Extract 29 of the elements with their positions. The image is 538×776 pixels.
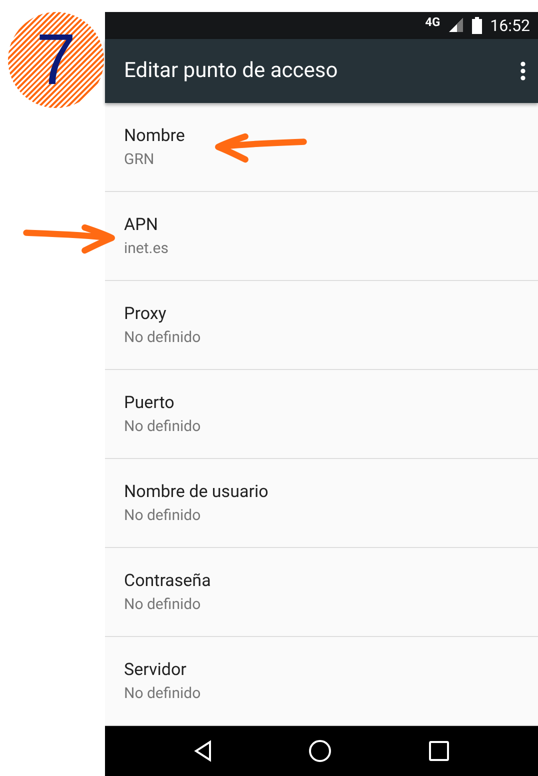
setting-row[interactable]: Contraseña No definido [105,548,538,638]
setting-value: GRN [124,150,154,168]
setting-row[interactable]: Nombre de usuario No definido [105,459,538,548]
setting-value: No definido [124,328,201,346]
overflow-menu-icon[interactable] [520,60,526,81]
back-icon[interactable] [192,740,213,762]
setting-title: APN [124,215,158,236]
setting-row[interactable]: Proxy No definido [105,281,538,370]
setting-title: Proxy [124,304,166,324]
network-type: 4G [425,15,440,29]
setting-title: Servidor [124,660,186,680]
setting-value: No definido [124,684,201,702]
home-icon[interactable] [308,739,332,764]
setting-row[interactable]: Nombre GRN [105,103,538,192]
setting-title: Nombre de usuario [124,482,268,502]
setting-title: Contraseña [124,571,211,592]
clock: 16:52 [490,16,530,35]
setting-value: inet.es [124,239,168,258]
setting-title: Nombre [124,126,185,146]
setting-title: Puerto [124,393,174,414]
recents-icon[interactable] [428,740,450,762]
battery-icon [472,16,482,34]
screen-title: Editar punto de acceso [124,58,339,83]
setting-row[interactable]: APN inet.es [105,192,538,282]
setting-value: No definido [124,506,201,524]
setting-value: No definido [124,595,201,614]
signal-icon [448,17,464,34]
setting-value: No definido [124,417,201,436]
setting-row[interactable]: Puerto No definido [105,370,538,460]
